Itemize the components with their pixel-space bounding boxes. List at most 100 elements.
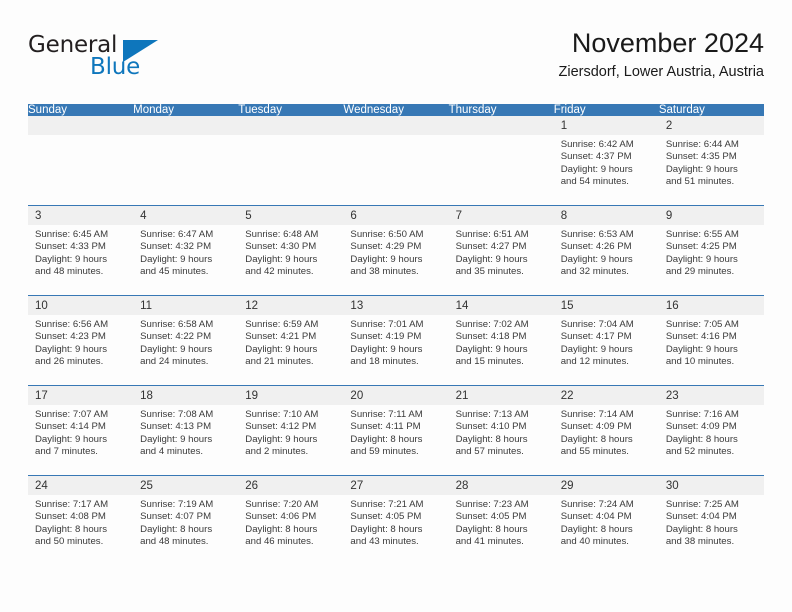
calendar-day-cell[interactable]: 19 Sunrise: 7:10 AM Sunset: 4:12 PM Dayligh… — [238, 386, 344, 475]
calendar-day-cell[interactable]: 21 Sunrise: 7:13 AM Sunset: 4:10 PM Dayligh… — [448, 386, 554, 475]
day-info-line: Daylight: 8 hours — [560, 433, 633, 445]
weekday-header-thursday: Thursday — [448, 104, 554, 116]
day-info-line: Sunrise: 7:25 AM — [665, 499, 739, 510]
day-info-line: Sunset: 4:13 PM — [140, 421, 212, 433]
day-number: 29 — [553, 476, 659, 495]
day-info-line: and 38 minutes. — [350, 266, 419, 278]
day-info-line: Sunset: 4:22 PM — [140, 331, 212, 343]
calendar-day-cell[interactable]: 25 Sunrise: 7:19 AM Sunset: 4:07 PM Dayligh… — [133, 476, 239, 565]
day-sun-info: Sunrise: 7:21 AM Sunset: 4:05 PM Daylight:… — [343, 495, 448, 549]
calendar-day-cell[interactable]: 27 Sunrise: 7:21 AM Sunset: 4:05 PM Dayligh… — [343, 476, 449, 565]
calendar-day-cell[interactable]: 10 Sunrise: 6:56 AM Sunset: 4:23 PM Dayligh… — [28, 296, 134, 385]
day-info-line: and 15 minutes. — [455, 356, 524, 368]
calendar-day-cell-empty — [343, 116, 449, 205]
day-info-line: Daylight: 9 hours — [140, 343, 213, 355]
day-info-line: and 2 minutes. — [245, 446, 309, 458]
day-number: 11 — [133, 296, 239, 315]
day-sun-info: Sunrise: 7:24 AM Sunset: 4:04 PM Daylight:… — [554, 495, 659, 549]
calendar-day-cell[interactable]: 2 Sunrise: 6:44 AM Sunset: 4:35 PM Daylight… — [658, 116, 764, 205]
day-info-line: Sunset: 4:08 PM — [35, 511, 106, 523]
calendar-week-row: 1 Sunrise: 6:42 AM Sunset: 4:37 PM Daylight… — [28, 116, 764, 206]
day-sun-info: Sunrise: 7:20 AM Sunset: 4:06 PM Daylight:… — [238, 495, 343, 549]
day-sun-info: Sunrise: 7:11 AM Sunset: 4:11 PM Daylight:… — [343, 405, 448, 459]
day-info-line: Sunset: 4:23 PM — [35, 331, 106, 343]
calendar-day-cell[interactable]: 28 Sunrise: 7:23 AM Sunset: 4:05 PM Dayligh… — [448, 476, 554, 565]
calendar-day-cell[interactable]: 26 Sunrise: 7:20 AM Sunset: 4:06 PM Dayligh… — [238, 476, 344, 565]
day-info-line: Daylight: 9 hours — [350, 253, 423, 265]
day-info-line: and 18 minutes. — [350, 356, 419, 368]
calendar-day-cell[interactable]: 29 Sunrise: 7:24 AM Sunset: 4:04 PM Dayligh… — [553, 476, 659, 565]
calendar-day-cell[interactable]: 4 Sunrise: 6:47 AM Sunset: 4:32 PM Daylight… — [133, 206, 239, 295]
day-number: 20 — [343, 386, 449, 405]
day-info-line: Daylight: 8 hours — [350, 433, 423, 445]
day-info-line: and 21 minutes. — [245, 356, 314, 368]
day-info-line: Sunrise: 6:50 AM — [350, 229, 424, 240]
calendar-day-cell[interactable]: 7 Sunrise: 6:51 AM Sunset: 4:27 PM Daylight… — [448, 206, 554, 295]
calendar-day-cell[interactable]: 13 Sunrise: 7:01 AM Sunset: 4:19 PM Dayligh… — [343, 296, 449, 385]
calendar-day-cell[interactable]: 16 Sunrise: 7:05 AM Sunset: 4:16 PM Dayligh… — [658, 296, 764, 385]
day-sun-info: Sunrise: 6:58 AM Sunset: 4:22 PM Daylight:… — [133, 315, 238, 369]
day-info-line: Daylight: 9 hours — [665, 253, 738, 265]
calendar-day-cell[interactable]: 5 Sunrise: 6:48 AM Sunset: 4:30 PM Daylight… — [238, 206, 344, 295]
day-number — [28, 116, 134, 135]
day-info-line: Daylight: 8 hours — [665, 523, 738, 535]
day-sun-info: Sunrise: 6:55 AM Sunset: 4:25 PM Daylight:… — [659, 225, 764, 279]
calendar-day-cell[interactable]: 20 Sunrise: 7:11 AM Sunset: 4:11 PM Dayligh… — [343, 386, 449, 475]
day-info-line: and 10 minutes. — [665, 356, 735, 368]
day-number: 17 — [28, 386, 134, 405]
day-info-line: and 54 minutes. — [560, 176, 629, 188]
calendar-day-cell[interactable]: 23 Sunrise: 7:16 AM Sunset: 4:09 PM Dayligh… — [658, 386, 764, 475]
calendar-week-row: 10 Sunrise: 6:56 AM Sunset: 4:23 PM Dayligh… — [28, 295, 764, 386]
day-info-line: Daylight: 9 hours — [665, 163, 738, 175]
calendar-day-cell[interactable]: 17 Sunrise: 7:07 AM Sunset: 4:14 PM Dayligh… — [28, 386, 134, 475]
day-info-line: and 4 minutes. — [140, 446, 204, 458]
calendar-day-cell[interactable]: 30 Sunrise: 7:25 AM Sunset: 4:04 PM Dayligh… — [658, 476, 764, 565]
day-info-line: Sunrise: 7:13 AM — [455, 409, 529, 420]
day-number: 2 — [658, 116, 764, 135]
weekday-header-friday: Friday — [553, 104, 659, 116]
calendar-day-cell[interactable]: 1 Sunrise: 6:42 AM Sunset: 4:37 PM Daylight… — [553, 116, 659, 205]
day-number: 3 — [28, 206, 134, 225]
day-sun-info — [343, 135, 448, 139]
calendar-table: Sunday Monday Tuesday Wednesday Thursday Frid… — [28, 104, 764, 565]
day-info-line: and 12 minutes. — [560, 356, 629, 368]
calendar-day-cell[interactable]: 22 Sunrise: 7:14 AM Sunset: 4:09 PM Dayligh… — [553, 386, 659, 475]
day-info-line: Sunset: 4:04 PM — [560, 511, 632, 523]
calendar-day-cell[interactable]: 3 Sunrise: 6:45 AM Sunset: 4:33 PM Daylight… — [28, 206, 134, 295]
calendar-day-cell[interactable]: 15 Sunrise: 7:04 AM Sunset: 4:17 PM Dayligh… — [553, 296, 659, 385]
day-info-line: Daylight: 9 hours — [245, 433, 318, 445]
day-info-line: Daylight: 9 hours — [455, 253, 528, 265]
calendar-day-cell[interactable]: 24 Sunrise: 7:17 AM Sunset: 4:08 PM Dayligh… — [28, 476, 134, 565]
day-info-line: Daylight: 9 hours — [245, 253, 318, 265]
calendar-day-cell[interactable]: 11 Sunrise: 6:58 AM Sunset: 4:22 PM Dayligh… — [133, 296, 239, 385]
calendar-day-cell[interactable]: 14 Sunrise: 7:02 AM Sunset: 4:18 PM Dayligh… — [448, 296, 554, 385]
day-info-line: Daylight: 9 hours — [35, 343, 107, 355]
weekday-header-wednesday: Wednesday — [343, 104, 449, 116]
day-number: 19 — [238, 386, 344, 405]
calendar-day-cell[interactable]: 8 Sunrise: 6:53 AM Sunset: 4:26 PM Daylight… — [553, 206, 659, 295]
day-info-line: Sunrise: 6:55 AM — [665, 229, 739, 240]
day-sun-info — [133, 135, 238, 139]
day-number: 5 — [238, 206, 344, 225]
day-info-line: Sunrise: 7:19 AM — [140, 499, 214, 510]
calendar-week-row: 3 Sunrise: 6:45 AM Sunset: 4:33 PM Daylight… — [28, 205, 764, 296]
weekday-header-saturday: Saturday — [658, 104, 764, 116]
day-info-line: Daylight: 9 hours — [665, 343, 738, 355]
day-info-line: Sunrise: 6:58 AM — [140, 319, 214, 330]
calendar-day-cell[interactable]: 6 Sunrise: 6:50 AM Sunset: 4:29 PM Daylight… — [343, 206, 449, 295]
day-info-line: Sunrise: 7:24 AM — [560, 499, 634, 510]
calendar-day-cell[interactable]: 18 Sunrise: 7:08 AM Sunset: 4:13 PM Dayligh… — [133, 386, 239, 475]
day-number: 16 — [658, 296, 764, 315]
day-info-line: and 24 minutes. — [140, 356, 209, 368]
day-info-line: and 50 minutes. — [35, 536, 104, 548]
day-number: 28 — [448, 476, 554, 495]
day-sun-info: Sunrise: 7:23 AM Sunset: 4:05 PM Daylight:… — [449, 495, 554, 549]
calendar-header-row: Sunday Monday Tuesday Wednesday Thursday Frid… — [28, 104, 764, 116]
day-sun-info: Sunrise: 7:08 AM Sunset: 4:13 PM Daylight:… — [133, 405, 238, 459]
day-info-line: Daylight: 9 hours — [560, 163, 633, 175]
day-info-line: and 40 minutes. — [560, 536, 629, 548]
day-info-line: Daylight: 9 hours — [35, 433, 107, 445]
calendar-day-cell[interactable]: 12 Sunrise: 6:59 AM Sunset: 4:21 PM Dayligh… — [238, 296, 344, 385]
calendar-day-cell[interactable]: 9 Sunrise: 6:55 AM Sunset: 4:25 PM Daylight… — [658, 206, 764, 295]
day-info-line: and 48 minutes. — [140, 536, 209, 548]
